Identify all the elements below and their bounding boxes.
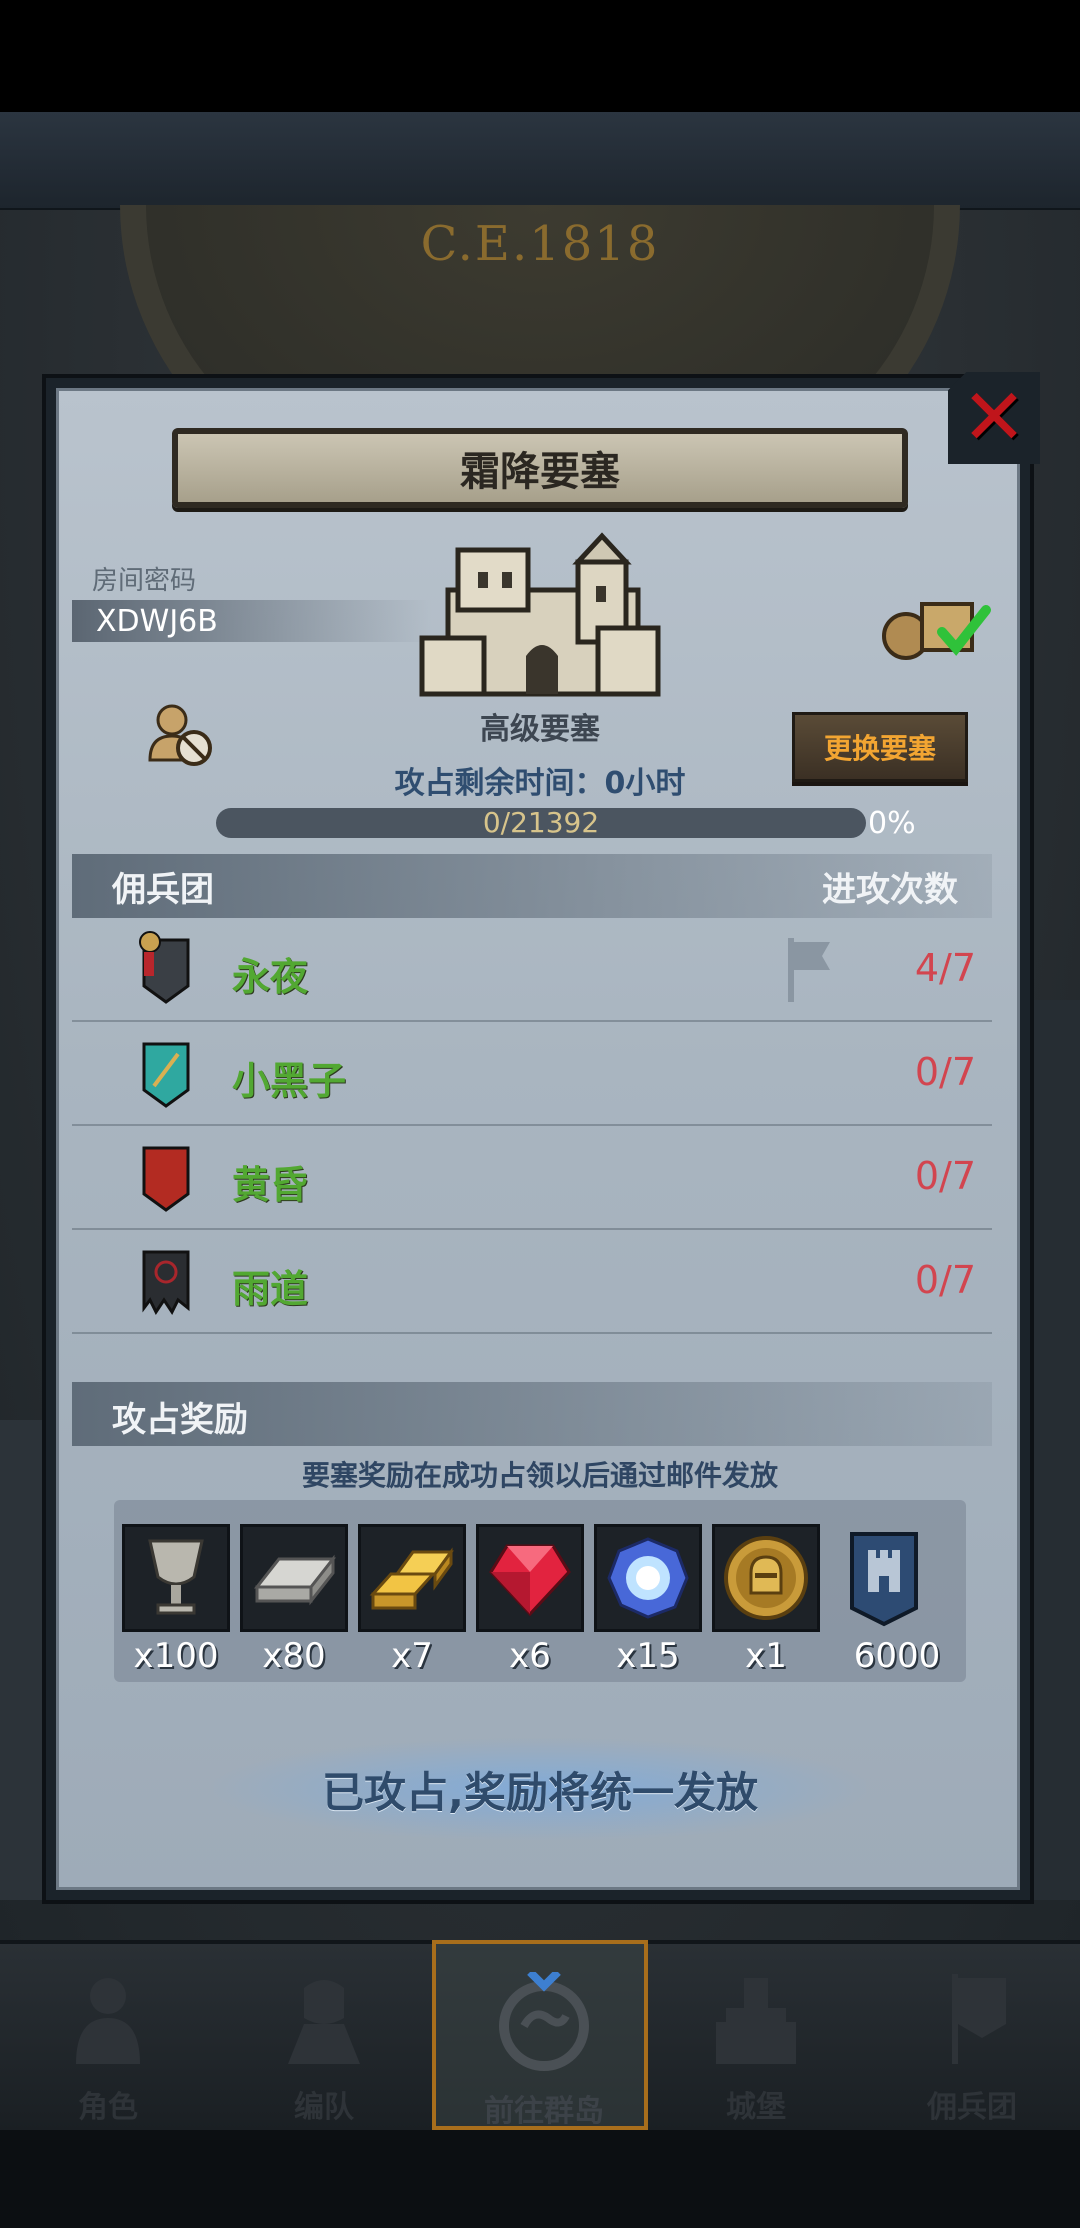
goblet-icon [148, 1539, 204, 1615]
gold-bars-icon [369, 1547, 454, 1610]
attack-count: 0/7 [914, 1050, 976, 1094]
reward-item[interactable] [122, 1524, 230, 1632]
system-bar [0, 2130, 1080, 2228]
reward-item[interactable] [476, 1524, 584, 1632]
reward-item[interactable] [240, 1524, 348, 1632]
islands-icon [499, 1972, 589, 2071]
attack-count: 4/7 [914, 946, 976, 990]
castle-icon [716, 1978, 796, 2064]
reward-item[interactable] [712, 1524, 820, 1632]
guild-row[interactable]: 永夜 4/7 [72, 918, 992, 1022]
reward-note: 要塞奖励在成功占领以后通过邮件发放 [301, 1459, 778, 1492]
close-button[interactable]: ✕ [948, 372, 1040, 464]
capture-progress-percent: 0% [868, 806, 916, 841]
nav-islands[interactable]: 前往群岛 [432, 1940, 648, 2130]
nav-label: 前往群岛 [484, 2094, 604, 2129]
reward-quantity: x15 [616, 1636, 680, 1676]
nav-label: 编队 [294, 2090, 354, 2125]
silver-bar-icon [253, 1554, 337, 1606]
mercenary-icon [952, 1974, 1006, 2064]
fortress-banner-icon [850, 1532, 918, 1627]
guild-name: 小黑子 [232, 1059, 347, 1103]
reward-item[interactable] [594, 1524, 702, 1632]
knight-coin-icon [724, 1536, 808, 1620]
background-edge-right [1030, 1000, 1080, 1900]
fortress-icon [419, 532, 661, 697]
reward-quantity: x1 [745, 1636, 787, 1676]
nav-label: 角色 [78, 2090, 138, 2125]
top-bar [0, 112, 1080, 210]
capture-progress-text: 0/21392 [482, 806, 600, 839]
close-icon: ✕ [961, 373, 1027, 463]
guild-banner-icon [139, 931, 190, 1004]
era-label: C.E.1818 [420, 216, 660, 272]
nav-castle[interactable]: 城堡 [648, 1940, 864, 2130]
flag-icon [788, 938, 830, 1002]
guild-banner-icon [142, 1250, 190, 1315]
title-plate: 霜降要塞 [172, 428, 908, 508]
formation-icon [288, 1980, 360, 2064]
reward-item[interactable] [830, 1524, 938, 1632]
reward-header: 攻占奖励 [112, 1400, 248, 1440]
status-area [0, 0, 1080, 112]
modal-title: 霜降要塞 [460, 449, 620, 495]
guild-row[interactable]: 黄昏 0/7 [72, 1126, 992, 1230]
attack-count: 0/7 [914, 1258, 976, 1302]
nav-label: 城堡 [726, 2090, 786, 2125]
nav-character[interactable]: 角色 [0, 1940, 216, 2130]
reward-quantity: x80 [262, 1636, 326, 1676]
room-code-value[interactable]: XDWJ6B [96, 604, 218, 639]
claim-status-banner: 已攻占,奖励将统一发放 [214, 1738, 866, 1840]
ruby-icon [489, 1544, 571, 1617]
attack-count-header: 进攻次数 [822, 870, 958, 910]
attack-count: 0/7 [914, 1154, 976, 1198]
guild-name: 永夜 [232, 955, 309, 999]
crystal-icon [607, 1537, 689, 1619]
guild-banner-icon [142, 1146, 190, 1212]
guild-name: 雨道 [232, 1267, 309, 1311]
guild-row[interactable]: 小黑子 0/7 [72, 1022, 992, 1126]
guild-row[interactable]: 雨道 0/7 [72, 1230, 992, 1334]
character-icon [76, 1978, 140, 2064]
reward-quantity: x100 [133, 1636, 219, 1676]
reward-quantity: 6000 [853, 1636, 941, 1676]
room-code-label: 房间密码 [92, 566, 197, 596]
mercenary-header: 佣兵团 [112, 870, 214, 910]
remaining-time: 攻占剩余时间：0小时 [394, 766, 686, 801]
reward-item[interactable] [358, 1524, 466, 1632]
nav-mercenary[interactable]: 佣兵团 [864, 1940, 1080, 2130]
nav-formation[interactable]: 编队 [216, 1940, 432, 2130]
guild-name: 黄昏 [232, 1163, 309, 1207]
reward-chest-icon[interactable] [878, 588, 998, 662]
reward-quantity: x6 [509, 1636, 551, 1676]
reward-quantity: x7 [391, 1636, 433, 1676]
guild-banner-icon [142, 1042, 190, 1108]
claim-status-text: 已攻占,奖励将统一发放 [322, 1767, 758, 1817]
nav-label: 佣兵团 [927, 2090, 1017, 2125]
